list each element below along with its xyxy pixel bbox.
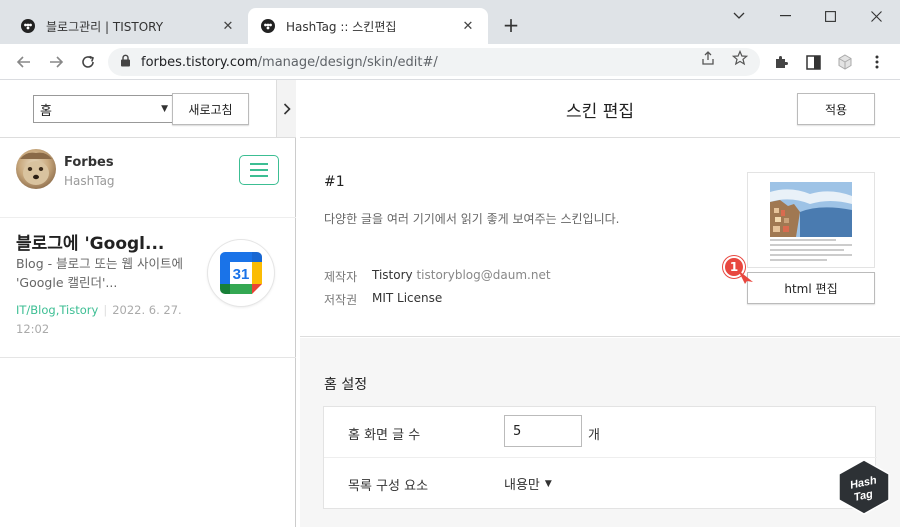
license-value: MIT License <box>372 291 443 305</box>
back-icon[interactable] <box>12 50 36 74</box>
maker-value: Tistory tistoryblog@daum.net <box>372 268 551 282</box>
blog-owner-name: Forbes <box>64 155 114 170</box>
address-bar[interactable]: forbes.tistory.com/manage/design/skin/ed… <box>108 48 760 76</box>
post-thumbnail[interactable]: 31 <box>208 240 274 306</box>
collapse-sidebar-icon[interactable] <box>276 80 296 138</box>
list-item[interactable]: 블로그에 'Googl... Blog - 블로그 또는 웹 사이트에 'Goo… <box>0 217 296 358</box>
html-edit-button[interactable]: html 편집 <box>747 272 875 304</box>
apply-button[interactable]: 적용 <box>797 93 875 125</box>
avatar[interactable] <box>16 149 56 189</box>
url-text: forbes.tistory.com/manage/design/skin/ed… <box>141 54 438 70</box>
list-elements-label: 목록 구성 요소 <box>348 479 429 494</box>
tab-title: 블로그관리 | TISTORY <box>46 19 164 34</box>
skin-edit-main: 스킨 편집 적용 #1 다양한 글을 여러 기기에서 읽기 좋게 보여주는 스킨… <box>300 80 900 527</box>
reload-icon[interactable] <box>76 50 100 74</box>
preview-sidebar: 홈 ▼ 새로고침 Forbes HashTag 블로그에 'Googl... B… <box>0 80 296 527</box>
tab-search-icon[interactable] <box>729 6 749 26</box>
page-select[interactable]: 홈 ▼ <box>33 95 175 123</box>
home-settings-box: 홈 화면 글 수 5 개 목록 구성 요소 내용만 ▼ <box>323 406 877 509</box>
forward-icon[interactable] <box>44 50 68 74</box>
post-summary: Blog - 블로그 또는 웹 사이트에 'Google 캘린더'... <box>16 256 184 290</box>
home-settings-section: 홈 설정 홈 화면 글 수 5 개 목록 구성 요소 내용만 ▼ <box>300 338 900 527</box>
skin-preview-thumbnail <box>747 172 875 268</box>
post-title[interactable]: 블로그에 'Googl... <box>16 229 196 254</box>
post-count-unit: 개 <box>588 428 600 443</box>
pointer-arrow-icon <box>738 270 753 284</box>
close-tab-icon[interactable]: ✕ <box>220 18 236 34</box>
calendar-date-text: 31 <box>233 266 250 283</box>
post-count-label: 홈 화면 글 수 <box>348 428 421 443</box>
new-tab-button[interactable]: + <box>500 14 522 36</box>
tistory-favicon-icon <box>20 18 36 34</box>
setting-row-list-elements: 목록 구성 요소 내용만 ▼ <box>324 458 877 509</box>
share-icon[interactable] <box>700 50 716 66</box>
side-panel-icon[interactable] <box>804 53 822 71</box>
profile-cube-icon[interactable] <box>836 53 854 71</box>
page-select-value: 홈 <box>40 103 52 119</box>
browser-tabstrip: 블로그관리 | TISTORY ✕ HashTag :: 스킨편집 ✕ + <box>0 0 900 44</box>
post-meta: IT/Blog,Tistory | 2022. 6. 27. 12:02 <box>16 303 182 336</box>
kebab-menu-icon[interactable] <box>868 53 886 71</box>
hamburger-menu-button[interactable] <box>239 155 279 185</box>
sidebar-header: 홈 ▼ 새로고침 <box>0 80 276 138</box>
list-elements-select[interactable]: 내용만 ▼ <box>504 474 552 493</box>
blog-name: HashTag <box>64 174 115 188</box>
maker-email: tistoryblog@daum.net <box>416 268 551 282</box>
google-calendar-icon: 31 <box>220 252 262 294</box>
minimize-icon[interactable] <box>775 6 795 26</box>
skin-name: #1 <box>324 174 345 190</box>
extensions-icon[interactable] <box>772 53 790 71</box>
close-window-icon[interactable] <box>866 6 886 26</box>
skin-preview-text-lines <box>770 239 852 264</box>
caret-down-icon: ▼ <box>544 478 552 489</box>
refresh-button[interactable]: 새로고침 <box>172 93 249 125</box>
chevron-down-icon: ▼ <box>161 104 168 114</box>
post-category[interactable]: IT/Blog,Tistory <box>16 303 98 317</box>
bookmark-star-icon[interactable] <box>732 50 748 66</box>
blog-profile: Forbes HashTag <box>0 139 296 203</box>
hashtag-logo-watermark: Hash Tag <box>838 459 890 515</box>
license-label: 저작권 <box>324 293 358 307</box>
lock-icon <box>120 54 131 71</box>
skin-info-panel: #1 다양한 글을 여러 기기에서 읽기 좋게 보여주는 스킨입니다. 제작자 … <box>300 139 900 337</box>
tab-title: HashTag :: 스킨편집 <box>286 19 397 34</box>
maker-label: 제작자 <box>324 270 358 284</box>
home-settings-title: 홈 설정 <box>324 377 368 393</box>
tab-skin-edit[interactable]: HashTag :: 스킨편집 ✕ <box>248 8 488 44</box>
list-elements-value: 내용만 <box>504 478 540 493</box>
post-count-input[interactable]: 5 <box>504 415 582 447</box>
skin-preview-image <box>770 182 852 237</box>
tab-blog-manage[interactable]: 블로그관리 | TISTORY ✕ <box>8 8 248 44</box>
browser-toolbar: forbes.tistory.com/manage/design/skin/ed… <box>0 44 900 80</box>
setting-row-post-count: 홈 화면 글 수 5 개 <box>324 407 877 458</box>
skin-description: 다양한 글을 여러 기기에서 읽기 좋게 보여주는 스킨입니다. <box>324 212 620 226</box>
close-tab-icon[interactable]: ✕ <box>460 18 476 34</box>
skin-editor-app: 홈 ▼ 새로고침 Forbes HashTag 블로그에 'Googl... B… <box>0 80 900 527</box>
tistory-favicon-icon <box>260 18 276 34</box>
maximize-icon[interactable] <box>820 6 840 26</box>
main-header: 스킨 편집 적용 <box>300 80 900 138</box>
